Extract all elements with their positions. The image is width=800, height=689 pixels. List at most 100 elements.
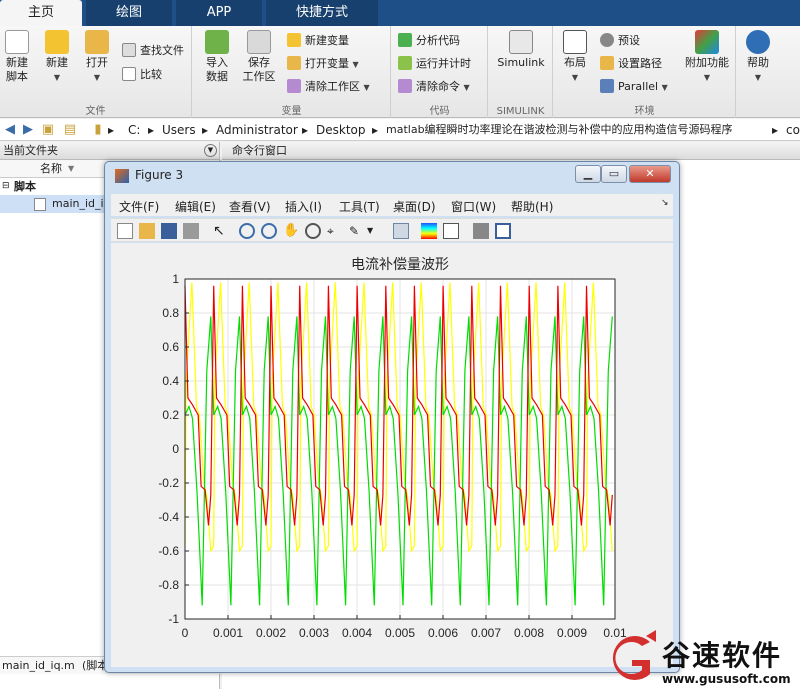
find-files-label: 查找文件 (140, 44, 184, 57)
group-file-label: 文件 (85, 106, 106, 117)
watermark-url: www.gususoft.com (662, 672, 791, 686)
run-and-time-button[interactable]: 运行并计时 (398, 55, 471, 73)
menu-file[interactable]: 文件(F) (119, 198, 159, 215)
chart-title: 电流补偿量波形 (351, 257, 449, 273)
watermark: 谷速软件 www.gususoft.com (598, 628, 800, 689)
pan-hand-icon[interactable]: ✋ (283, 223, 299, 239)
y-tick-label: -0.4 (158, 510, 179, 524)
details-file-name: main_id_iq.m (2, 659, 75, 672)
set-path-label: 设置路径 (618, 57, 662, 70)
new-label: 新建 (46, 56, 68, 69)
zoom-in-icon[interactable] (239, 223, 255, 239)
crumb-desktop[interactable]: Desktop (316, 119, 366, 141)
parallel-label: Parallel (618, 80, 659, 93)
crumb-users[interactable]: Users (162, 119, 196, 141)
layout-button[interactable]: 布局 ▼ (560, 30, 590, 85)
crumb-code[interactable]: co (786, 119, 800, 141)
group-simulink-label: SIMULINK (496, 106, 545, 117)
clear-commands-icon (398, 79, 412, 93)
print-icon[interactable] (183, 223, 199, 239)
menu-view[interactable]: 查看(V) (229, 198, 271, 215)
tab-plots[interactable]: 绘图 (86, 0, 172, 26)
tab-apps[interactable]: APP (176, 0, 262, 26)
brush-icon[interactable]: ✎ (349, 223, 365, 239)
help-icon (746, 30, 770, 54)
pointer-icon[interactable]: ↖ (213, 223, 229, 239)
current-folder-title: 当前文件夹 (3, 144, 58, 157)
menu-desktop[interactable]: 桌面(D) (393, 198, 436, 215)
save-workspace-button[interactable]: 保存 工作区 (241, 30, 277, 84)
simulink-button[interactable]: Simulink (493, 30, 549, 70)
y-tick-label: 0.4 (162, 374, 179, 388)
tab-home[interactable]: 主页 (0, 0, 82, 26)
import-data-button[interactable]: 导入 数据 (201, 30, 233, 84)
command-window-title: 命令行窗口 (232, 144, 287, 157)
dock-icon[interactable]: ↘ (661, 198, 669, 208)
analyze-code-icon (398, 33, 412, 47)
colorbar-icon[interactable] (421, 223, 437, 239)
collapse-icon[interactable]: ⊟ (2, 178, 10, 195)
save-icon[interactable] (161, 223, 177, 239)
menu-edit[interactable]: 编辑(E) (175, 198, 216, 215)
forward-arrow-icon[interactable]: ▶ (20, 122, 36, 138)
set-path-button[interactable]: 设置路径 (600, 55, 662, 73)
open-file-icon[interactable] (139, 223, 155, 239)
group-environment: 布局 ▼ 预设 设置路径 Parallel ▼ 附加功能 ▼ 环境 (554, 26, 736, 118)
maximize-button[interactable]: ▭ (601, 165, 627, 183)
preferences-label: 预设 (618, 34, 640, 47)
figure-window: Figure 3 ▁ ▭ ✕ 文件(F) 编辑(E) 查看(V) 插入(I) 工… (104, 161, 680, 673)
gear-icon (600, 33, 614, 47)
zoom-out-icon[interactable] (261, 223, 277, 239)
layout-label: 布局 (564, 56, 586, 69)
browse-folder-icon[interactable]: ▤ (62, 122, 78, 138)
watermark-brand: 谷速软件 (662, 639, 783, 672)
up-folder-icon[interactable]: ▣ (40, 122, 56, 138)
rotate-icon[interactable] (305, 223, 321, 239)
crumb-c[interactable]: C: (128, 119, 140, 141)
menu-tools[interactable]: 工具(T) (339, 198, 380, 215)
addons-icon (695, 30, 719, 54)
find-files-icon (122, 43, 136, 57)
brush-dropdown-icon[interactable]: ▼ (367, 223, 383, 239)
preferences-button[interactable]: 预设 (600, 32, 640, 50)
run-and-time-label: 运行并计时 (416, 57, 471, 70)
figure-titlebar[interactable]: Figure 3 ▁ ▭ ✕ (105, 162, 679, 190)
crumb-project-folder[interactable]: matlab编程瞬时功率理论在谐波检测与补偿中的应用构造信号源码程序 (386, 119, 733, 141)
import-data-icon (205, 30, 229, 54)
hide-plot-tools-icon[interactable] (473, 223, 489, 239)
menu-window[interactable]: 窗口(W) (451, 198, 496, 215)
legend-icon[interactable] (443, 223, 459, 239)
minimize-button[interactable]: ▁ (575, 165, 601, 183)
menu-insert[interactable]: 插入(I) (285, 198, 322, 215)
open-label: 打开 (86, 56, 108, 69)
show-plot-tools-icon[interactable] (495, 223, 511, 239)
new-script-icon (5, 30, 29, 54)
new-variable-button[interactable]: 新建变量 (287, 32, 349, 50)
find-files-button[interactable]: 查找文件 (122, 42, 184, 60)
clear-commands-button[interactable]: 清除命令 ▼ (398, 78, 470, 96)
new-script-button[interactable]: 新建 脚本 (2, 30, 32, 84)
compare-button[interactable]: 比较 (122, 66, 162, 84)
crumb-administrator[interactable]: Administrator (216, 119, 298, 141)
parallel-button[interactable]: Parallel ▼ (600, 78, 668, 96)
menu-help[interactable]: 帮助(H) (511, 198, 553, 215)
new-button[interactable]: 新建 ▼ (42, 30, 72, 85)
new-figure-icon[interactable] (117, 223, 133, 239)
toolstrip-tabbar: 主页 绘图 APP 快捷方式 (0, 0, 800, 26)
open-variable-button[interactable]: 打开变量 ▼ (287, 55, 359, 73)
pane-menu-icon[interactable]: ▼ (204, 144, 217, 157)
help-button[interactable]: 帮助 ▼ (743, 30, 773, 85)
clear-workspace-button[interactable]: 清除工作区 ▼ (287, 78, 370, 96)
compare-label: 比较 (140, 68, 162, 81)
link-plot-icon[interactable] (393, 223, 409, 239)
data-cursor-icon[interactable]: ⌖ (327, 223, 343, 239)
tab-shortcuts[interactable]: 快捷方式 (266, 0, 378, 26)
x-tick-label: 0.001 (213, 626, 243, 640)
open-button[interactable]: 打开 ▼ (82, 30, 112, 85)
y-tick-label: -1 (168, 612, 179, 626)
back-arrow-icon[interactable]: ◀ (2, 122, 18, 138)
analyze-code-button[interactable]: 分析代码 (398, 32, 460, 50)
close-button[interactable]: ✕ (629, 165, 671, 183)
addons-button[interactable]: 附加功能 ▼ (682, 30, 732, 85)
folder-icon: ▮ (94, 122, 102, 137)
